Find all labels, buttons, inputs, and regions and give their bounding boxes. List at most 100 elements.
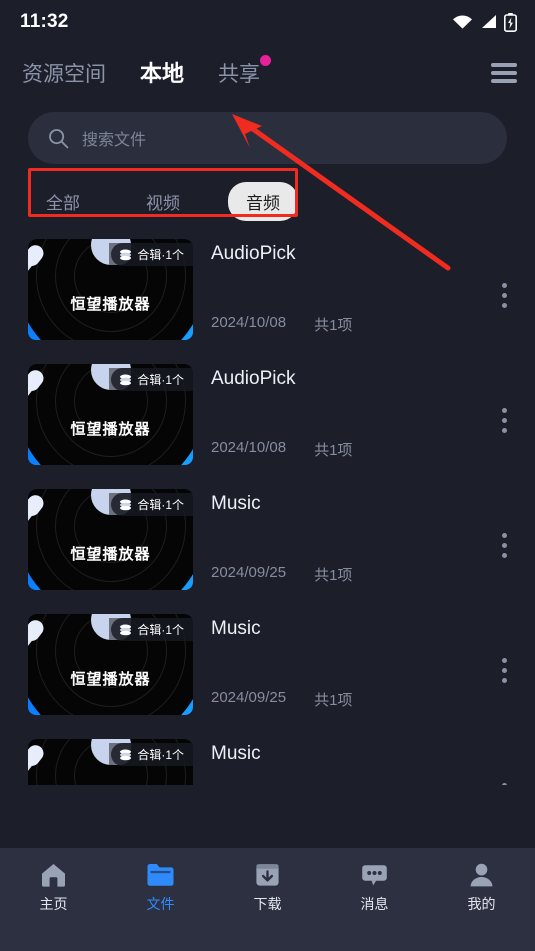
thumbnail-brand-text: 恒望播放器 <box>70 421 151 438</box>
filter-chip-row: 全部 视频 音频 <box>28 182 507 221</box>
file-thumbnail[interactable]: 恒望播放器 合辑·1个 <box>28 364 193 465</box>
file-overflow-menu-button[interactable] <box>487 533 521 558</box>
search-section: 搜索文件 <box>0 102 535 164</box>
nav-item-home[interactable]: 主页 <box>0 862 107 914</box>
tab-local[interactable]: 本地 <box>140 56 184 90</box>
file-overflow-menu-button[interactable] <box>487 408 521 433</box>
file-item-count: 共1项 <box>314 317 353 334</box>
file-thumbnail[interactable]: 恒望播放器 合辑·1个 <box>28 489 193 590</box>
status-bar-clock: 11:32 <box>20 11 69 32</box>
overflow-dot <box>501 293 507 298</box>
file-subline: 2024/09/25 共1项 <box>211 689 487 715</box>
filter-chip-all[interactable]: 全部 <box>28 182 98 221</box>
file-subline: 2024/10/08 共1项 <box>211 439 487 465</box>
nav-item-download[interactable]: 下载 <box>214 862 321 914</box>
overflow-dot <box>501 658 507 663</box>
file-thumbnail[interactable]: 恒望播放器合辑·1个 <box>28 614 193 715</box>
file-row[interactable]: 恒望播放器合辑·1个 Music <box>0 733 535 785</box>
file-name: Music <box>211 618 261 639</box>
battery-charging-icon <box>504 12 517 32</box>
file-item-count: 共1项 <box>314 442 353 459</box>
file-date: 2024/10/08 <box>211 439 287 456</box>
nav-item-files[interactable]: 文件 <box>107 862 214 914</box>
hamburger-line <box>491 79 517 83</box>
top-tabs: 资源空间 本地 共享 <box>22 55 491 90</box>
overflow-dot <box>501 428 507 433</box>
album-count-badge-label: 合辑·1个 <box>137 373 184 387</box>
file-name: AudioPick <box>211 243 296 264</box>
nav-item-message-label: 消息 <box>360 896 389 912</box>
album-count-badge-label: 合辑·1个 <box>137 498 184 512</box>
overflow-dot <box>501 678 507 683</box>
file-name: Music <box>211 743 261 764</box>
nav-item-profile-label: 我的 <box>467 896 496 912</box>
file-date: 2024/09/25 <box>211 564 287 581</box>
file-subline: 2024/09/25 共1项 <box>211 564 487 590</box>
file-meta: Music <box>193 739 487 785</box>
overflow-dot <box>501 283 507 288</box>
filter-section: 全部 视频 音频 <box>0 164 535 221</box>
file-name: Music <box>211 493 261 514</box>
thumbnail-brand-text: 恒望播放器 <box>70 546 151 563</box>
stack-layers-icon <box>120 374 132 385</box>
file-row[interactable]: 恒望播放器 合辑·1个 Music 2024/09/25 共1项 <box>0 608 535 733</box>
nav-item-download-label: 下载 <box>253 896 282 912</box>
file-list[interactable]: 恒望播放器 合辑·1个 AudioPick 2024/10/08 共1项 恒望播放器 合辑·… <box>0 233 535 785</box>
nav-item-profile[interactable]: 我的 <box>428 862 535 914</box>
hamburger-line <box>491 71 517 75</box>
download-icon <box>256 864 279 886</box>
file-row[interactable]: 恒望播放器 合辑·1个 AudioPick 2024/10/08 共1项 <box>0 233 535 358</box>
tab-shared-badge-dot <box>260 55 272 66</box>
status-bar: 11:32 <box>0 0 535 44</box>
file-row[interactable]: 恒望播放器 合辑·1个 AudioPick 2024/10/08 共1项 <box>0 358 535 483</box>
overflow-dot <box>501 533 507 538</box>
overflow-dot <box>501 783 507 785</box>
filter-chip-video-label: 视频 <box>146 194 180 213</box>
status-bar-icons <box>452 12 517 32</box>
tab-resource-space[interactable]: 资源空间 <box>22 58 106 90</box>
file-overflow-menu-button[interactable] <box>487 283 521 308</box>
nav-item-files-label: 文件 <box>146 896 175 912</box>
file-subline: 2024/10/08 共1项 <box>211 314 487 340</box>
overflow-dot <box>501 668 507 673</box>
album-count-badge: 合辑·1个 <box>111 493 193 516</box>
stack-layers-icon <box>120 624 132 635</box>
file-date: 2024/10/08 <box>211 314 287 331</box>
filter-chip-audio[interactable]: 音频 <box>228 182 298 221</box>
tab-shared[interactable]: 共享 <box>218 55 272 90</box>
file-row[interactable]: 恒望播放器 合辑·1个 Music 2024/09/25 共1项 <box>0 483 535 608</box>
file-thumbnail[interactable]: 恒望播放器合辑·1个 <box>28 239 193 340</box>
file-item-count: 共1项 <box>314 567 353 584</box>
message-icon <box>362 865 387 886</box>
file-meta: AudioPick 2024/10/08 共1项 <box>193 239 487 340</box>
person-icon <box>470 863 493 887</box>
hamburger-icon[interactable] <box>491 63 517 83</box>
overflow-dot <box>501 303 507 308</box>
search-icon <box>49 128 69 148</box>
search-input[interactable]: 搜索文件 <box>28 112 507 164</box>
signal-icon <box>482 15 496 28</box>
wifi-icon <box>453 15 472 29</box>
album-count-badge: 合辑·1个 <box>111 368 193 391</box>
home-icon <box>42 864 65 887</box>
search-placeholder: 搜索文件 <box>82 132 147 149</box>
file-item-count: 共1项 <box>314 692 353 709</box>
stack-layers-icon <box>120 249 132 260</box>
file-overflow-menu-button[interactable] <box>487 658 521 683</box>
nav-item-message[interactable]: 消息 <box>321 862 428 914</box>
filter-chip-video[interactable]: 视频 <box>128 182 198 221</box>
top-tab-bar: 资源空间 本地 共享 <box>0 44 535 102</box>
bottom-nav-bar: 主页 文件 下载 消息 我的 <box>0 848 535 951</box>
hamburger-line <box>491 63 517 67</box>
file-date: 2024/09/25 <box>211 689 287 706</box>
tab-shared-label: 共享 <box>218 63 261 86</box>
file-overflow-menu-button[interactable] <box>487 783 521 785</box>
tab-local-label: 本地 <box>140 61 185 86</box>
album-count-badge-label: 合辑·1个 <box>137 748 184 762</box>
filter-chip-all-label: 全部 <box>46 194 80 213</box>
file-thumbnail[interactable]: 恒望播放器合辑·1个 <box>28 739 193 785</box>
filter-chip-audio-label: 音频 <box>246 194 280 213</box>
file-meta: Music 2024/09/25 共1项 <box>193 614 487 715</box>
tab-resource-space-label: 资源空间 <box>22 63 106 86</box>
thumbnail-brand-text: 恒望播放器 <box>70 671 151 688</box>
